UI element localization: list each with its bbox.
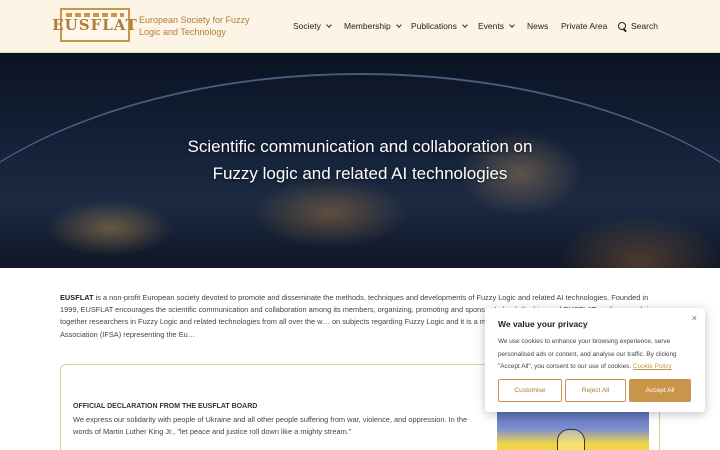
peace-hand-icon (557, 429, 585, 450)
hero-title-line1: Scientific communication and collaborati… (187, 137, 533, 156)
hero-title-line2: Fuzzy logic and related AI technologies (212, 164, 508, 183)
nav-publications-label: Publications (411, 21, 457, 31)
nav-events[interactable]: Events (478, 21, 515, 31)
logo-text: EUSFLAT (52, 16, 138, 34)
nav-private-area-label: Private Area (561, 21, 608, 31)
cookie-consent-dialog: We value your privacy × We use cookies t… (485, 308, 705, 412)
accept-all-button[interactable]: Accept All (629, 379, 691, 402)
nav-private-area[interactable]: Private Area (561, 21, 607, 31)
chevron-down-icon (395, 21, 402, 28)
brand-name[interactable]: European Society for Fuzzy Logic and Tec… (139, 14, 269, 38)
cookie-text: We use cookies to enhance your browsing … (498, 336, 694, 374)
chevron-down-icon (509, 21, 515, 28)
reject-all-button[interactable]: Reject All (565, 379, 626, 402)
search-icon (618, 21, 627, 31)
nav-news-label: News (527, 21, 549, 31)
cookie-policy-link[interactable]: Cookie Policy (633, 363, 672, 370)
intro-lead: EUSFLAT (60, 293, 94, 302)
customise-button[interactable]: Customise (498, 379, 562, 402)
chevron-down-icon (326, 21, 332, 28)
close-icon[interactable]: × (692, 313, 697, 323)
nav-publications[interactable]: Publications (411, 21, 468, 31)
eusflat-logo[interactable]: EUSFLAT (52, 8, 137, 42)
logo-decoration (66, 13, 124, 17)
nav-search-label: Search (631, 21, 658, 31)
declaration-title: OFFICIAL DECLARATION FROM THE EUSFLAT BO… (73, 403, 258, 410)
declaration-text: We express our solidarity with people of… (73, 415, 468, 436)
nav-society[interactable]: Society (293, 21, 332, 31)
nav-news[interactable]: News (527, 21, 548, 31)
nav-membership-label: Membership (344, 21, 391, 31)
nav-membership[interactable]: Membership (344, 21, 402, 31)
chevron-down-icon (462, 21, 468, 28)
nav-search[interactable]: Search (618, 21, 658, 31)
nav-society-label: Society (293, 21, 321, 31)
cookie-title: We value your privacy (498, 319, 588, 329)
nav-events-label: Events (478, 21, 504, 31)
peace-image (497, 411, 649, 450)
site-header: EUSFLAT European Society for Fuzzy Logic… (0, 0, 720, 53)
hero-banner: Scientific communication and collaborati… (0, 53, 720, 268)
hero-title: Scientific communication and collaborati… (0, 133, 720, 187)
